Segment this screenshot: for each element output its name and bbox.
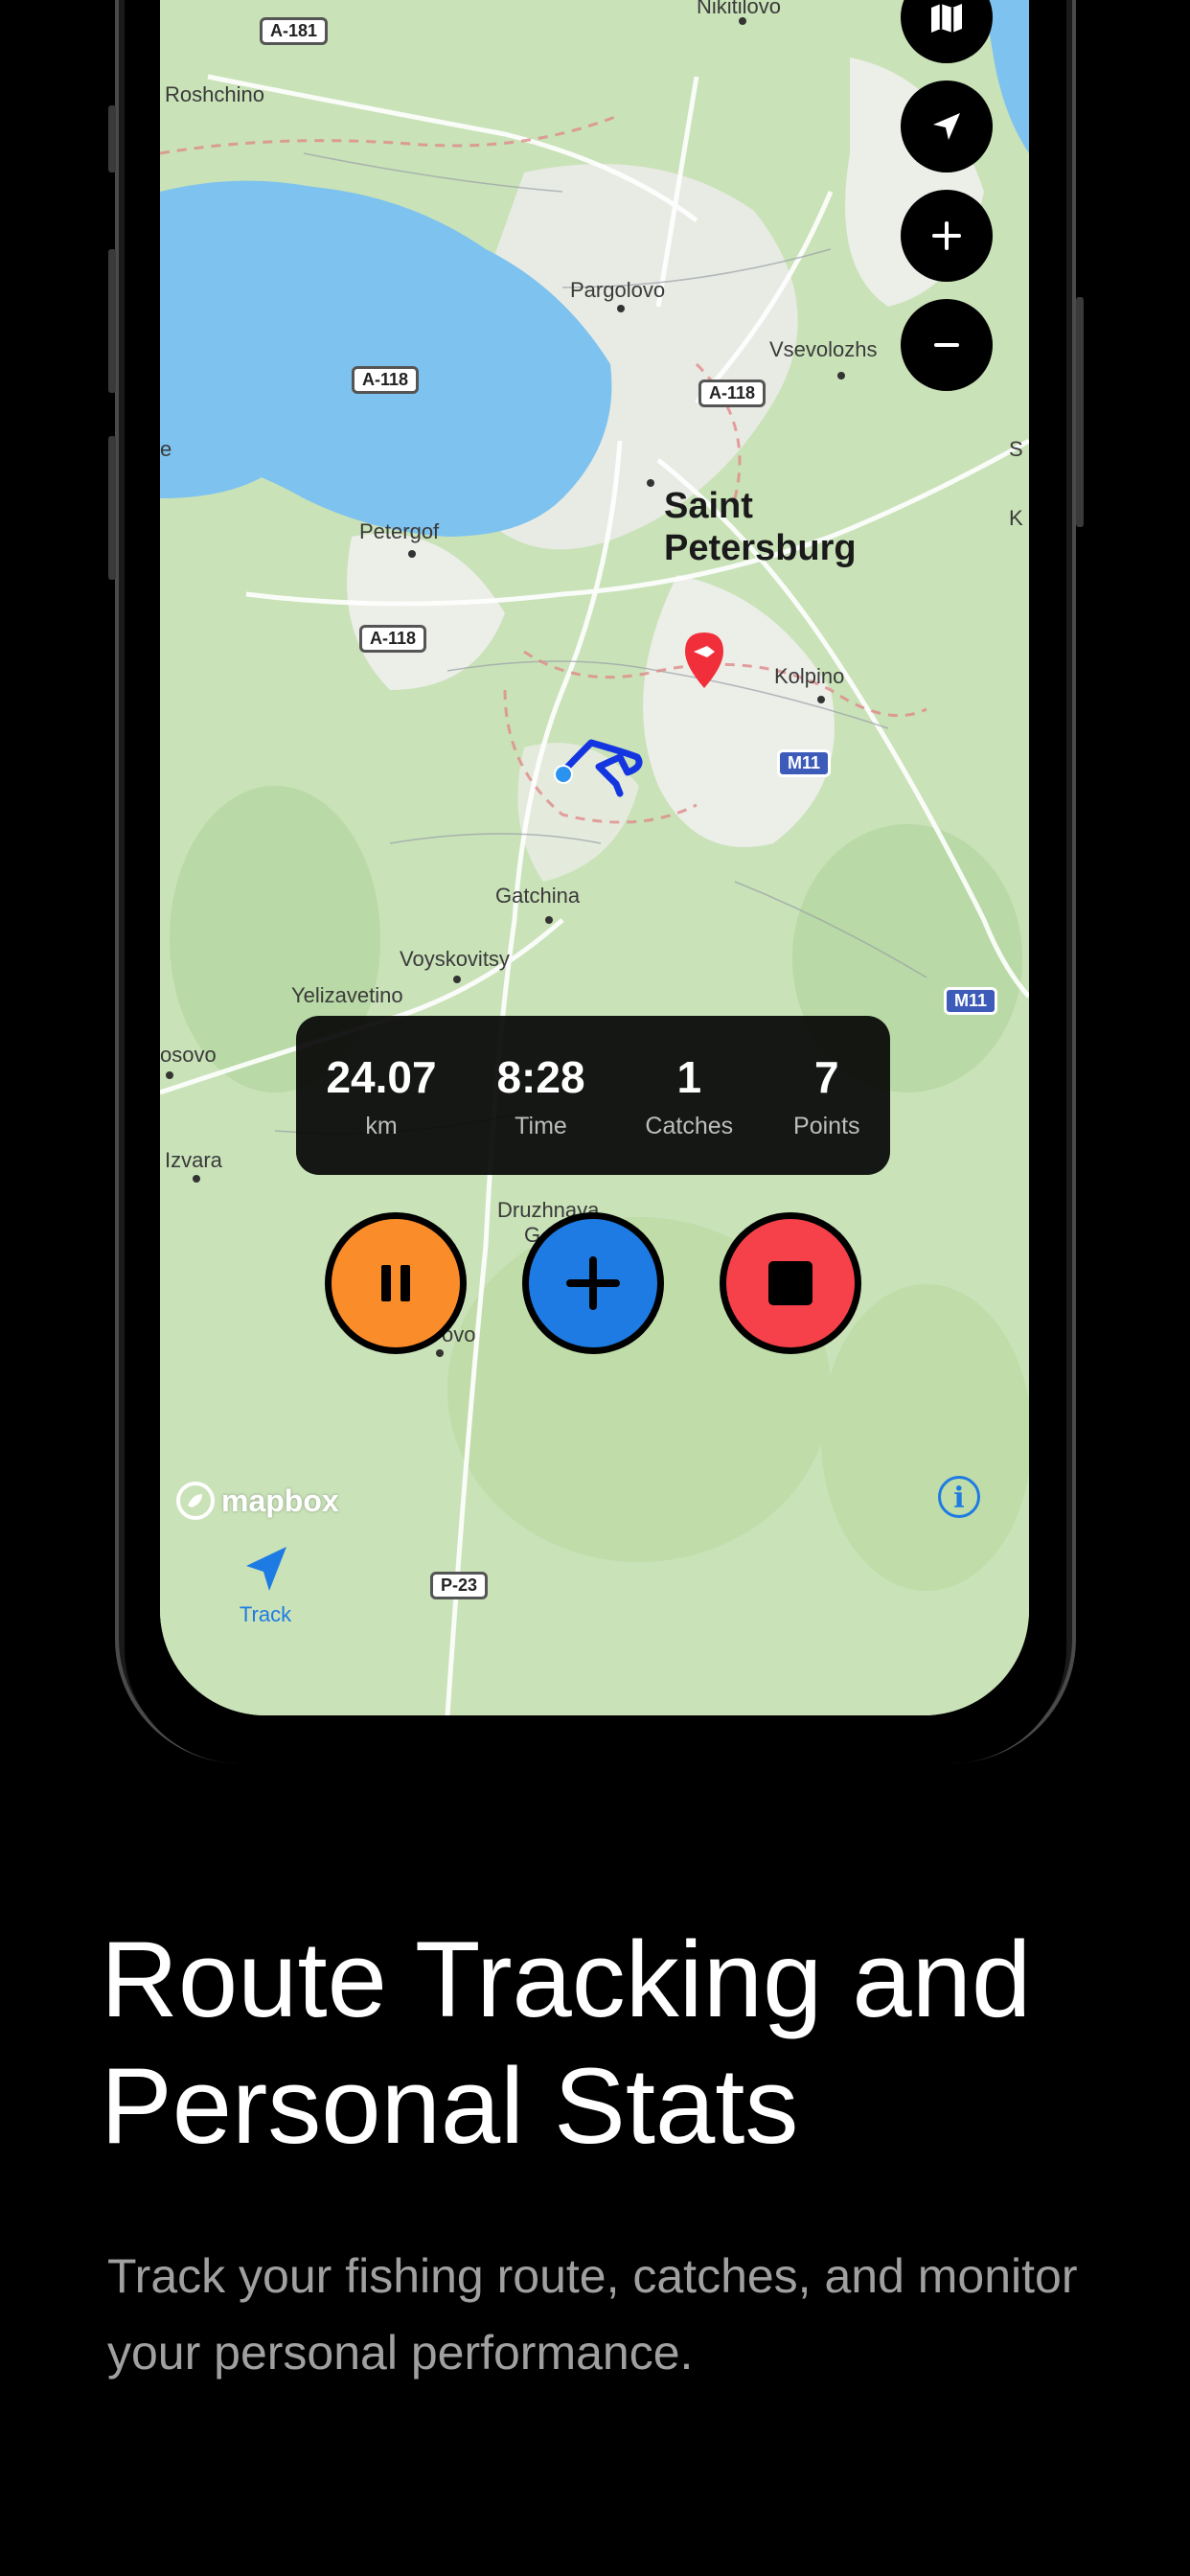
- map-label-gatchina: Gatchina: [495, 884, 581, 908]
- plus-icon: [932, 221, 961, 250]
- map-label-kolpino: Kolpino: [774, 664, 845, 688]
- road-shield-a118: A-118: [352, 366, 420, 394]
- map-label-izvara: Izvara: [165, 1148, 222, 1172]
- side-button-power: [1076, 297, 1084, 527]
- tab-track-label: Track: [239, 1602, 292, 1626]
- zoom-out-button[interactable]: [901, 299, 993, 391]
- stat-distance: 24.07 km: [326, 1051, 436, 1140]
- map-label-saint-petersburg-line2: Petersburg: [664, 528, 857, 568]
- map-label-edge-left: e: [160, 437, 172, 461]
- map-label-saint-petersburg-line1: Saint: [664, 486, 753, 526]
- road-shield-m11: M11: [777, 749, 832, 777]
- stat-distance-label: km: [365, 1112, 398, 1139]
- stat-catches-value: 1: [676, 1051, 702, 1102]
- plus-icon: [566, 1256, 620, 1310]
- map-canvas[interactable]: [160, 0, 1029, 1715]
- road-shield-a118: A-118: [698, 380, 767, 407]
- map-label-edge-right-k: K: [1009, 506, 1023, 530]
- locate-me-button[interactable]: [901, 80, 993, 172]
- mapbox-logo-icon: [176, 1482, 215, 1520]
- pause-icon: [381, 1265, 410, 1301]
- stat-time-label: Time: [515, 1112, 567, 1139]
- pause-button[interactable]: [325, 1212, 467, 1354]
- mapbox-attribution[interactable]: mapbox: [175, 1481, 339, 1521]
- tab-bar: Track: [160, 1543, 1029, 1648]
- side-button-mute: [108, 105, 116, 172]
- stat-time-value: 8:28: [496, 1051, 585, 1102]
- stat-catches-label: Catches: [645, 1112, 734, 1139]
- stat-points: 7 Points: [793, 1051, 859, 1140]
- map-label-roshchino: Roshchino: [165, 82, 264, 106]
- map-label-edge-right-s: S: [1009, 437, 1023, 461]
- map-label-nikitilovo: Nikitilovo: [697, 0, 782, 18]
- map-label-yelizavetino: Yelizavetino: [291, 983, 403, 1007]
- map-label-voyskovitsy: Voyskovitsy: [400, 947, 510, 971]
- minus-icon: [934, 343, 959, 347]
- tracking-stats-panel: 24.07 km 8:28 Time 1 Catches 7 Points: [296, 1016, 890, 1175]
- info-icon[interactable]: i: [938, 1476, 980, 1518]
- stat-points-label: Points: [793, 1112, 860, 1139]
- road-shield-m11: M11: [944, 987, 998, 1015]
- navigation-arrow-icon: [246, 1547, 286, 1591]
- map-label-pargolovo: Pargolovo: [570, 278, 666, 302]
- stop-icon: [768, 1261, 812, 1305]
- app-screen: Nikitilovo Roshchino Pargolovo Vsevolozh…: [160, 0, 1029, 1715]
- stat-catches: 1 Catches: [645, 1051, 733, 1140]
- road-shield-a118: A-118: [359, 625, 427, 653]
- map-layers-icon: [931, 4, 962, 33]
- locate-icon: [933, 113, 960, 140]
- tab-track[interactable]: Track: [213, 1543, 318, 1627]
- side-button-volume-up: [108, 249, 116, 393]
- stop-button[interactable]: [720, 1212, 861, 1354]
- promo-subtitle: Track your fishing route, catches, and m…: [107, 2249, 1078, 2380]
- zoom-in-button[interactable]: [901, 190, 993, 282]
- current-position-dot: [554, 765, 573, 784]
- map-label-osovo: osovo: [160, 1043, 217, 1067]
- road-shield-a181: A-181: [260, 17, 329, 45]
- stat-distance-value: 24.07: [326, 1051, 437, 1102]
- stat-time: 8:28 Time: [496, 1051, 584, 1140]
- map-label-petergof: Petergof: [359, 519, 440, 543]
- map-label-vsevolozhsk: Vsevolozhs: [769, 337, 878, 361]
- side-button-volume-down: [108, 436, 116, 580]
- mapbox-wordmark: mapbox: [221, 1483, 339, 1518]
- stat-points-value: 7: [813, 1051, 839, 1102]
- promo-headline: Route Tracking and Personal Stats: [101, 1920, 1032, 2166]
- add-catch-button[interactable]: [522, 1212, 664, 1354]
